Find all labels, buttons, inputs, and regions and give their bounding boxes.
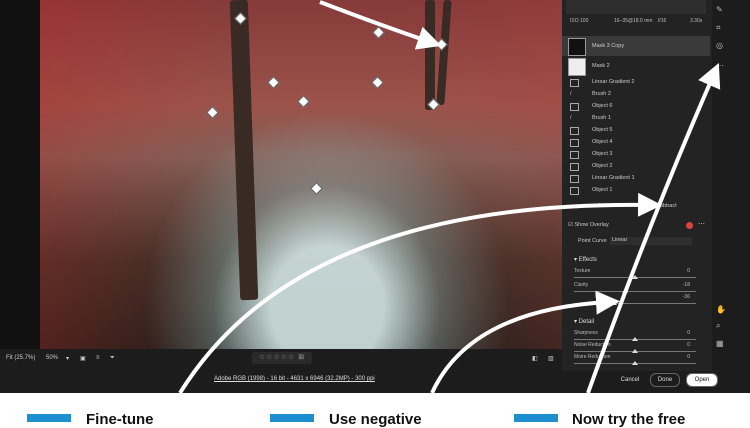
caption-2: Use negative xyxy=(329,411,422,428)
arrow-to-mask-pin xyxy=(319,0,442,50)
caption-3: Now try the free xyxy=(572,411,686,428)
caption-1: Fine-tune xyxy=(86,411,154,428)
arrow-to-subtract xyxy=(178,192,662,395)
arrow-to-dehaze xyxy=(430,290,620,394)
arrow-to-masking-panel xyxy=(586,63,721,394)
tutorial-arrows xyxy=(178,0,721,395)
